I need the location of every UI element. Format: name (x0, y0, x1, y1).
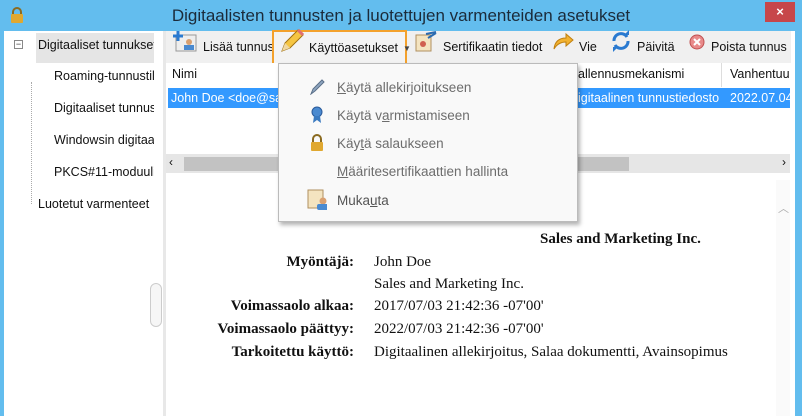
tree-line (31, 82, 32, 204)
add-id-button[interactable]: Lisää tunnus (172, 31, 274, 63)
organization-heading: Sales and Marketing Inc. (540, 231, 701, 247)
certificate-icon (414, 30, 438, 64)
splitter-grip[interactable] (150, 283, 162, 327)
lock-icon (9, 7, 25, 23)
valid-to-label: Voimassaolo päättyy: (217, 321, 354, 337)
refresh-button[interactable]: Päivitä (610, 30, 675, 64)
issuer-label: Myöntäjä: (286, 254, 355, 270)
tree-item-trusted[interactable]: Luotetut varmenteet (38, 197, 158, 211)
tree-item-digital-ids[interactable]: Digitaaliset tunnukset (38, 38, 154, 52)
pen-icon (307, 77, 327, 97)
tree-item-windows[interactable]: Windowsin digitaa (54, 133, 154, 147)
scroll-left-icon[interactable]: ‹ (169, 155, 173, 169)
scroll-up-icon[interactable]: ︿ (778, 200, 789, 216)
cell-name: John Doe <doe@sal (171, 91, 285, 105)
menu-item-encryption[interactable]: Käy t ä salaukseen (279, 130, 577, 156)
usage-options-menu: Käytä allekirjoitukseen Käytä v a rmistami… (278, 63, 578, 222)
export-button[interactable]: Vie (552, 31, 597, 63)
valid-from-label: Voimassaolo alkaa: (230, 298, 354, 314)
column-expires[interactable]: Vanhentuu (730, 67, 790, 81)
close-button[interactable]: × (765, 2, 795, 22)
menu-item-customize[interactable]: Muka u ta (279, 187, 577, 213)
remove-id-button[interactable]: Poista tunnus (688, 31, 787, 63)
intended-use-value: Digitaalinen allekirjoitus, Salaa dokume… (374, 344, 728, 360)
tree-panel: − (4, 31, 164, 416)
menu-item-signing[interactable]: Käytä allekirjoitukseen (279, 74, 577, 100)
collapse-icon[interactable]: − (14, 40, 23, 49)
issuer-value: John Doe (374, 254, 432, 270)
column-storage[interactable]: allennusmekanismi (578, 67, 684, 81)
valid-from-value: 2017/07/03 21:42:36 -07'00' (374, 298, 544, 314)
ribbon-icon (307, 105, 327, 125)
customize-icon (307, 189, 327, 210)
toolbar: Lisää tunnus Sertifikaatin tiedot Vie Pä… (166, 30, 791, 64)
valid-to-value: 2022/07/03 21:42:36 -07'00' (374, 321, 544, 337)
dropdown-arrow-icon: ▼ (402, 43, 411, 53)
usage-options-button[interactable]: Käyttöasetukset ▼ (272, 28, 411, 67)
pencil-icon (278, 28, 305, 67)
lock-icon (307, 133, 327, 153)
tree-item-roaming[interactable]: Roaming-tunnustil (54, 69, 154, 83)
certificate-details-button[interactable]: Sertifikaatin tiedot (414, 31, 542, 63)
tree-item-pkcs11[interactable]: PKCS#11-moduulit (54, 165, 154, 179)
scroll-right-icon[interactable]: › (782, 155, 786, 169)
cell-storage: igitaalinen tunnustiedosto (578, 91, 720, 105)
menu-item-certifying[interactable]: Käytä v a rmistamiseen (279, 102, 577, 128)
add-id-icon (172, 30, 198, 64)
cell-expires: 2022.07.04 0 (730, 91, 790, 105)
tree-item-digital-id-files[interactable]: Digitaaliset tunnust (54, 101, 154, 115)
vertical-scrollbar[interactable]: ︿ (776, 180, 790, 416)
export-arrow-icon (552, 31, 574, 63)
blank-icon (307, 161, 327, 181)
menu-item-manage-certificates[interactable]: Määritesertifikaattien hallinta (279, 158, 577, 184)
refresh-icon (610, 30, 632, 64)
column-divider (721, 63, 722, 87)
column-name[interactable]: Nimi (172, 67, 197, 81)
intended-use-label: Tarkoitettu käyttö: (231, 344, 354, 360)
issuer-org-value: Sales and Marketing Inc. (374, 276, 524, 292)
remove-icon (688, 32, 706, 63)
window-title: Digitaalisten tunnusten ja luotettujen v… (171, 6, 631, 25)
